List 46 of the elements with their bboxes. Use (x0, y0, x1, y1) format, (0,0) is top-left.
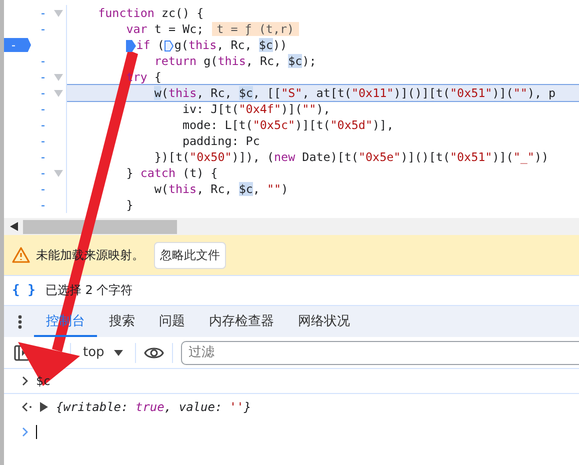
line-marker: - (38, 70, 48, 84)
code-line: mode: L[t("0x5c")][t("0x5d")], (182, 118, 394, 132)
breakpoint-marker-icon (164, 40, 174, 52)
code-line: padding: Pc (182, 134, 260, 148)
input-chevron-icon (22, 376, 28, 386)
code-line: if ( g(this, Rc, $c)) (126, 38, 288, 52)
line-marker: - (38, 134, 48, 148)
expand-icon (40, 402, 48, 412)
code-line: function zc() { (98, 6, 204, 20)
code-line: var t = Wc; t = ƒ (t,r) (126, 22, 300, 36)
filter-field[interactable]: 过滤 (181, 340, 579, 364)
line-marker: - (38, 118, 48, 132)
dropdown-caret-icon (114, 350, 124, 356)
ignore-file-button[interactable]: 忽略此文件 (154, 242, 226, 268)
text-cursor (36, 425, 37, 439)
pretty-print-button[interactable]: { } (12, 283, 36, 298)
line-marker: - (38, 22, 48, 36)
line-marker: - (38, 6, 48, 20)
drawer-tab[interactable]: 搜索 (97, 306, 147, 337)
warning-icon (12, 247, 30, 263)
line-marker: - (38, 54, 48, 68)
scrollbar-thumb[interactable] (23, 220, 177, 234)
drawer-tab[interactable]: 问题 (147, 306, 197, 337)
eye-icon (144, 346, 164, 360)
drawer-tab[interactable]: 网络状况 (286, 306, 362, 337)
prompt-chevron-icon (22, 427, 28, 437)
breakpoint-marker-icon (126, 40, 136, 52)
code-line: })[t("0x50")]), (new Date)[t("0x5e")]()[t("0x51")]("_")) (154, 150, 549, 164)
line-marker: - (38, 198, 48, 212)
line-marker: - (38, 182, 48, 196)
more-menu-icon (18, 314, 22, 328)
code-line: w(this, Rc, $c, [["S", at[t("0x11")]()][t("0x51")](""), p (154, 86, 556, 100)
line-marker: - (38, 150, 48, 164)
context-dropdown[interactable]: top (79, 345, 128, 360)
line-marker: - (38, 86, 48, 100)
drawer-tab[interactable]: 内存检查器 (197, 306, 286, 337)
code-line: iv: J[t("0x4f")](""), (182, 102, 330, 116)
console-result: {writable: true, value: ''} (56, 400, 252, 414)
code-line: w(this, Rc, $c, "") (154, 182, 288, 196)
line-marker: - (38, 166, 48, 180)
scroll-left-icon (10, 222, 18, 231)
code-line: } (126, 198, 134, 212)
code-line: return g(this, Rc, $c); (154, 54, 316, 68)
result-arrow-icon (22, 402, 32, 412)
code-line: } catch (t) { (126, 166, 218, 180)
line-marker: - (38, 102, 48, 116)
